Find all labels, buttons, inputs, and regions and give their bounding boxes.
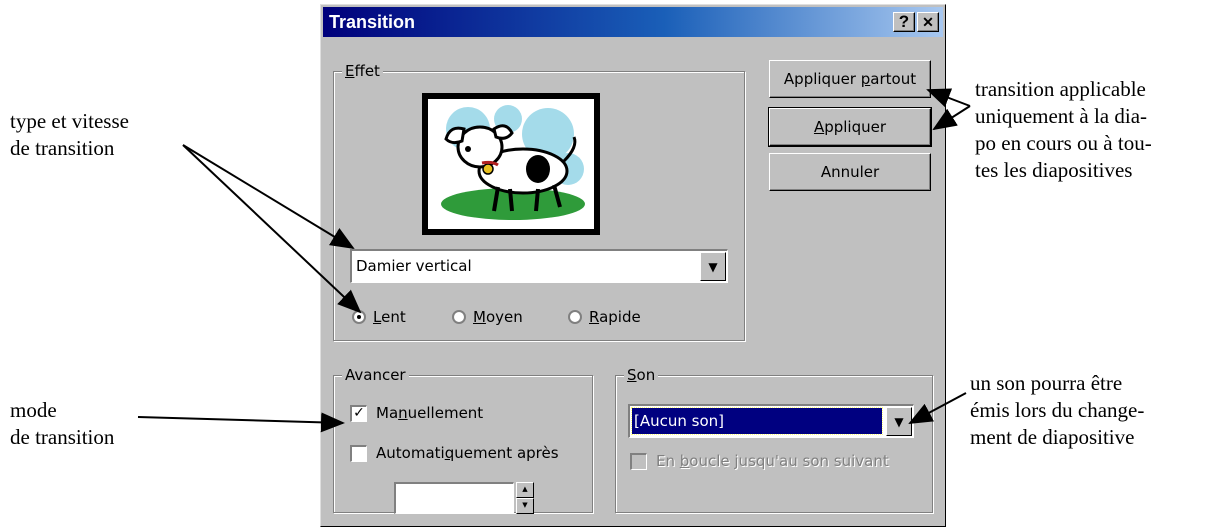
arrow-to-apply [932,105,971,131]
annotation-arrows [137,88,971,433]
arrow-to-apply-all [926,88,971,108]
arrow-to-speed-radios [182,144,362,314]
arrow-to-sound [908,392,967,424]
arrow-to-advance [137,412,345,433]
arrow-to-effect-select [182,144,355,250]
